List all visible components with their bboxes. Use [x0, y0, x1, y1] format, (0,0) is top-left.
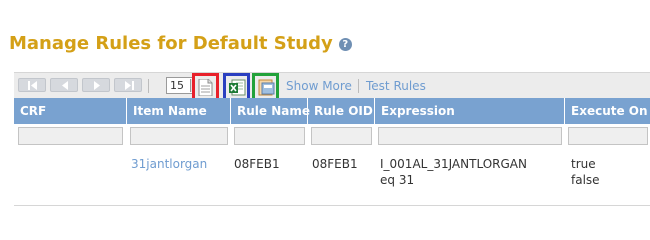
execute-on-value: false	[571, 173, 600, 187]
export-text-icon	[198, 79, 213, 96]
expression-line: eq 31	[380, 173, 415, 187]
filter-item-name[interactable]	[130, 127, 228, 145]
table-header: CRF Item Name Rule Name Rule OID Express…	[14, 98, 650, 124]
filter-rule-name[interactable]	[234, 127, 305, 145]
filter-crf[interactable]	[18, 127, 123, 145]
next-page-icon[interactable]	[82, 78, 110, 92]
test-rules-link[interactable]: Test Rules	[366, 79, 426, 93]
help-icon[interactable]: ?	[338, 38, 352, 51]
column-header-crf[interactable]: CRF	[14, 98, 127, 124]
export-pdf-icon	[258, 79, 275, 96]
export-excel-icon	[229, 79, 246, 96]
toolbar-divider	[358, 79, 359, 93]
filter-rule-oid[interactable]	[311, 127, 372, 145]
column-header-execute-on[interactable]: Execute On	[565, 98, 650, 124]
page-title-text: Manage Rules for Default Study	[9, 33, 333, 54]
column-header-rule-oid[interactable]: Rule OID	[308, 98, 375, 124]
table-toolbar: 15 Show More Test Rules	[14, 72, 650, 101]
cell-item-name[interactable]: 31jantlorgan	[131, 156, 207, 172]
export-text-button[interactable]	[192, 73, 219, 101]
show-more-link[interactable]: Show More	[286, 79, 352, 93]
filter-row	[14, 124, 650, 148]
column-header-item-name[interactable]: Item Name	[127, 98, 231, 124]
column-header-rule-name[interactable]: Rule Name	[231, 98, 310, 124]
export-pdf-button[interactable]	[252, 73, 279, 101]
first-page-icon[interactable]	[18, 78, 46, 92]
table-row: 31jantlorgan 08FEB1 08FEB1 I_001AL_31JAN…	[14, 150, 650, 202]
cell-rule-oid: 08FEB1	[312, 157, 358, 171]
export-excel-button[interactable]	[223, 73, 250, 101]
toolbar-divider	[148, 79, 149, 93]
execute-on-value: true	[571, 157, 596, 171]
table-bottom-border	[14, 205, 650, 206]
filter-execute-on[interactable]	[568, 127, 648, 145]
expression-line: I_001AL_31JANTLORGAN	[380, 157, 527, 171]
last-page-icon[interactable]	[114, 78, 142, 92]
cell-execute-on: true false	[571, 156, 600, 188]
previous-page-icon[interactable]	[50, 78, 78, 92]
page-size-value: 15	[170, 79, 184, 92]
cell-expression: I_001AL_31JANTLORGAN eq 31	[380, 156, 527, 188]
filter-expression[interactable]	[378, 127, 562, 145]
cell-rule-name: 08FEB1	[234, 157, 280, 171]
page-title: Manage Rules for Default Study?	[9, 33, 352, 54]
column-header-expression[interactable]: Expression	[375, 98, 565, 124]
